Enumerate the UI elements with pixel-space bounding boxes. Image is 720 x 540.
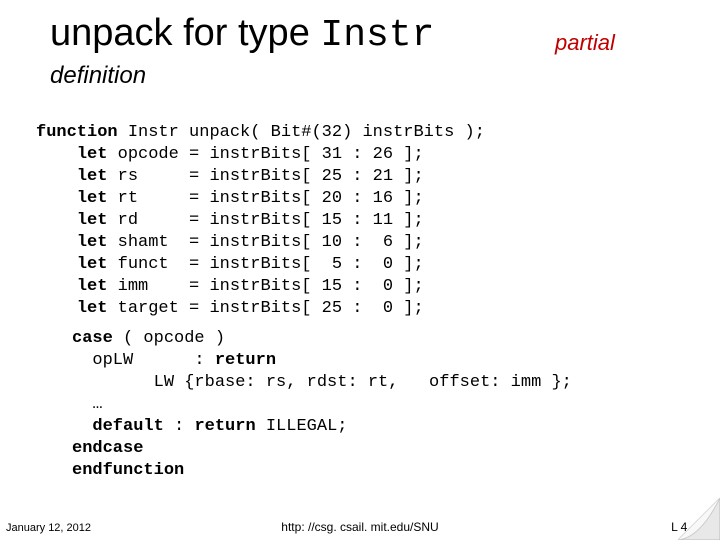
kw-let: let	[77, 277, 108, 296]
kw-let: let	[77, 255, 108, 274]
slide: unpack for type Instr partial definition…	[0, 0, 720, 540]
return-val: ILLEGAL;	[256, 417, 348, 436]
kw-function: function	[36, 123, 118, 142]
footer-page: L 4 -21	[671, 520, 708, 534]
let-expr: = instrBits[ 25 : 21 ];	[189, 167, 424, 186]
let-name: rs	[118, 167, 179, 186]
kw-let: let	[77, 145, 108, 164]
let-expr: = instrBits[ 10 : 6 ];	[189, 233, 424, 252]
let-expr: = instrBits[ 20 : 16 ];	[189, 189, 424, 208]
let-name: funct	[118, 255, 179, 274]
code-declaration: function Instr unpack( Bit#(32) instrBit…	[36, 122, 485, 320]
let-expr: = instrBits[ 15 : 11 ];	[189, 211, 424, 230]
case-arm: opLW :	[72, 351, 215, 370]
sep: :	[164, 417, 195, 436]
let-expr: = instrBits[ 5 : 0 ];	[189, 255, 424, 274]
let-expr: = instrBits[ 15 : 0 ];	[189, 277, 424, 296]
title-tag: partial	[555, 30, 615, 56]
kw-let: let	[77, 211, 108, 230]
let-expr: = instrBits[ 31 : 26 ];	[189, 145, 424, 164]
subtitle: definition	[50, 62, 146, 90]
let-name: opcode	[118, 145, 179, 164]
kw-default: default	[72, 417, 164, 436]
let-name: target	[118, 299, 179, 318]
ellipsis: …	[72, 395, 103, 414]
title-mono: Instr	[320, 14, 434, 57]
kw-let: let	[77, 299, 108, 318]
return-expr: LW {rbase: rs, rdst: rt, offset: imm };	[72, 373, 572, 392]
let-name: imm	[118, 277, 179, 296]
decl-type: Instr	[118, 123, 189, 142]
let-expr: = instrBits[ 25 : 0 ];	[189, 299, 424, 318]
let-name: rt	[118, 189, 179, 208]
kw-return: return	[215, 351, 276, 370]
title-prefix: unpack for type	[50, 12, 320, 54]
let-name: rd	[118, 211, 179, 230]
title-text: unpack for type Instr	[50, 12, 434, 54]
kw-let: let	[77, 233, 108, 252]
kw-return: return	[194, 417, 255, 436]
kw-case: case	[72, 329, 113, 348]
footer-url: http: //csg. csail. mit.edu/SNU	[0, 520, 720, 534]
kw-let: let	[77, 189, 108, 208]
let-name: shamt	[118, 233, 179, 252]
decl-sig: unpack( Bit#(32) instrBits );	[189, 123, 485, 142]
case-expr: ( opcode )	[113, 329, 225, 348]
kw-endcase: endcase	[72, 439, 143, 458]
code-body: case ( opcode ) opLW : return LW {rbase:…	[72, 328, 572, 482]
kw-endfunction: endfunction	[72, 461, 184, 480]
kw-let: let	[77, 167, 108, 186]
slide-title: unpack for type Instr	[50, 12, 434, 57]
